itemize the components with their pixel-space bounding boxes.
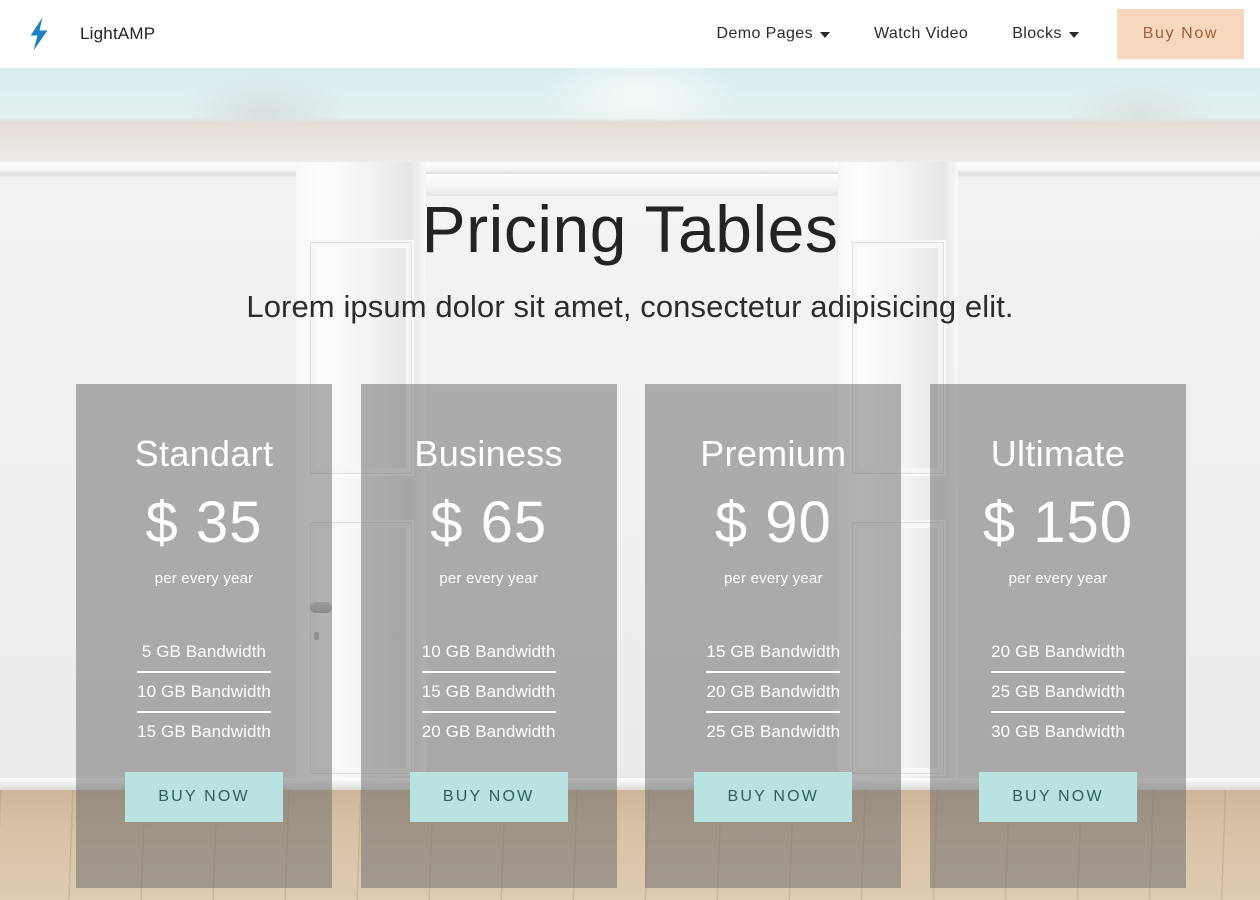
- navbar: LightAMP Demo Pages Watch Video Blocks B…: [0, 0, 1260, 68]
- plan-features: 20 GB Bandwidth 25 GB Bandwidth 30 GB Ba…: [982, 633, 1134, 751]
- plan-feature: 15 GB Bandwidth: [421, 671, 556, 711]
- plan-price: $ 150: [982, 490, 1134, 555]
- plan-buy-now-button[interactable]: BUY NOW: [125, 772, 283, 822]
- top-photo-strip: [0, 68, 1260, 122]
- plan-feature: 5 GB Bandwidth: [141, 642, 267, 661]
- brand[interactable]: LightAMP: [20, 14, 155, 54]
- plan-buy-now-button[interactable]: BUY NOW: [694, 772, 853, 822]
- plan-period: per every year: [154, 570, 254, 587]
- plan-price: $ 65: [430, 490, 548, 555]
- plan-title: Business: [414, 433, 563, 474]
- plan-period: per every year: [439, 570, 538, 587]
- buy-now-button[interactable]: Buy Now: [1116, 9, 1244, 59]
- plan-buy-now-button[interactable]: BUY NOW: [978, 772, 1137, 822]
- plan-feature: 25 GB Bandwidth: [991, 671, 1125, 711]
- plan-period: per every year: [1008, 570, 1108, 587]
- brand-name: LightAMP: [80, 24, 156, 43]
- plan-feature: 20 GB Bandwidth: [706, 671, 841, 711]
- plan-buy-now-button[interactable]: BUY NOW: [409, 772, 568, 822]
- lightning-bolt-icon: [20, 14, 58, 54]
- chevron-down-icon: [820, 32, 830, 38]
- nav-link-watch-video[interactable]: Watch Video: [852, 25, 990, 43]
- plan-title: Ultimate: [990, 433, 1126, 474]
- pricing-card: Premium $ 90 per every year 15 GB Bandwi…: [645, 384, 902, 888]
- pricing-cards: Standart $ 35 per every year 5 GB Bandwi…: [76, 384, 1186, 888]
- nav-link-demo-pages[interactable]: Demo Pages: [695, 25, 853, 43]
- pricing-card: Business $ 65 per every year 10 GB Bandw…: [360, 384, 617, 888]
- plan-feature: 15 GB Bandwidth: [137, 711, 271, 751]
- plan-title: Premium: [700, 433, 847, 474]
- plan-features: 5 GB Bandwidth 10 GB Bandwidth 15 GB Ban…: [128, 633, 280, 751]
- nav-link-label: Watch Video: [874, 25, 969, 42]
- plan-feature: 10 GB Bandwidth: [137, 671, 271, 711]
- nav-link-label: Demo Pages: [716, 25, 813, 42]
- page-title: Pricing Tables: [421, 192, 839, 266]
- plan-feature: 25 GB Bandwidth: [706, 711, 841, 751]
- plan-price: $ 90: [714, 490, 832, 555]
- pricing-card: Ultimate $ 150 per every year 20 GB Band…: [929, 384, 1186, 888]
- page-root: LightAMP Demo Pages Watch Video Blocks B…: [0, 0, 1260, 900]
- plan-feature: 20 GB Bandwidth: [991, 642, 1125, 661]
- wall-band: [0, 122, 1260, 162]
- plan-features: 10 GB Bandwidth 15 GB Bandwidth 20 GB Ba…: [413, 633, 565, 751]
- nav-link-label: Blocks: [1012, 25, 1062, 42]
- nav-links: Demo Pages Watch Video Blocks Buy Now: [695, 0, 1260, 68]
- plan-feature: 15 GB Bandwidth: [706, 642, 841, 661]
- plan-period: per every year: [723, 570, 823, 587]
- page-subtitle: Lorem ipsum dolor sit amet, consectetur …: [246, 289, 1014, 324]
- plan-feature: 10 GB Bandwidth: [421, 642, 556, 661]
- nav-link-blocks[interactable]: Blocks: [990, 25, 1101, 43]
- plan-feature: 30 GB Bandwidth: [991, 711, 1125, 751]
- plan-feature: 20 GB Bandwidth: [421, 711, 556, 751]
- plan-price: $ 35: [145, 490, 263, 555]
- hero-background: Pricing Tables Lorem ipsum dolor sit ame…: [0, 68, 1260, 900]
- pricing-card: Standart $ 35 per every year 5 GB Bandwi…: [76, 384, 332, 888]
- plan-features: 15 GB Bandwidth 20 GB Bandwidth 25 GB Ba…: [697, 633, 849, 751]
- plan-title: Standart: [134, 433, 274, 474]
- chevron-down-icon: [1068, 32, 1079, 38]
